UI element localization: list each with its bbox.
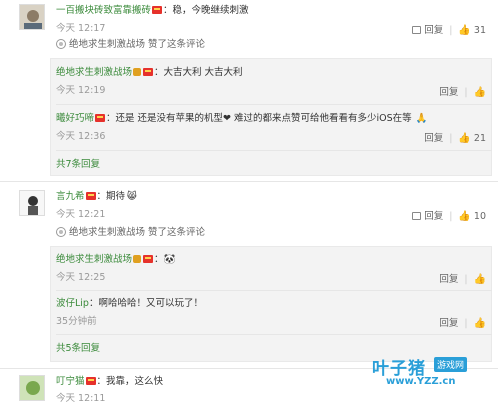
liked-by-icon — [56, 227, 66, 237]
reply-body: 曦好巧啼 ：还是 还是没有苹果的机型❤ 难过的都来点赞可给他看看有多少iOS在等 🙏 — [56, 112, 428, 126]
more-replies-link[interactable]: 共5条回复 — [56, 343, 100, 354]
reply-username[interactable]: 绝地求生刺激战场 — [56, 254, 132, 265]
vip-badge-icon — [152, 6, 163, 14]
more-replies-line: 共7条回复 — [56, 158, 100, 172]
like-icon[interactable]: 👍 — [458, 25, 470, 36]
liked-by-line: 绝地求生刺激战场 赞了这条评论 — [56, 226, 205, 240]
like-count: 31 — [473, 25, 486, 36]
comment-divider — [0, 181, 498, 182]
more-replies-link[interactable]: 共7条回复 — [56, 159, 100, 170]
reply-time: 今天 12:36 — [56, 131, 106, 142]
reply-button[interactable]: 回复 — [439, 318, 458, 329]
avatar[interactable] — [19, 190, 45, 216]
reply-text: ：还是 还是没有苹果的机型❤ 难过的都来点赞可给他看看有多少iOS在等 — [106, 113, 412, 124]
comment-meta: 今天 12:11 — [56, 392, 105, 406]
reply-username[interactable]: 波仔Lip — [56, 298, 89, 309]
reply-actions: 回复 | 👍 — [439, 87, 486, 98]
emoji-icon: 🐼 — [163, 254, 176, 265]
reply-button[interactable]: 回复 — [439, 274, 458, 285]
more-replies-line: 共5条回复 — [56, 342, 100, 356]
vip-badge-icon — [95, 114, 106, 122]
liked-by-suffix: 赞了这条评论 — [148, 227, 206, 238]
reply-button[interactable]: 回复 — [424, 133, 443, 144]
liked-by-name[interactable]: 绝地求生刺激战场 — [69, 39, 145, 50]
avatar[interactable] — [19, 4, 45, 30]
emoji-icon: 😸 — [127, 191, 137, 202]
like-count: 10 — [473, 211, 486, 222]
divider — [56, 334, 492, 335]
liked-by-name[interactable]: 绝地求生刺激战场 — [69, 227, 145, 238]
reply-time: 今天 12:19 — [56, 85, 106, 96]
reply-meta: 今天 12:36 — [56, 130, 105, 144]
like-icon[interactable]: 👍 — [458, 133, 470, 144]
like-icon[interactable]: 👍 — [458, 211, 470, 222]
verified-icon — [133, 68, 142, 76]
liked-by-line: 绝地求生刺激战场 赞了这条评论 — [56, 38, 205, 52]
reply-text: ：啊哈哈哈！又可以玩了！ — [88, 298, 203, 309]
avatar-image — [20, 191, 44, 215]
reply-body: 波仔Lip：啊哈哈哈！又可以玩了！ — [56, 297, 203, 311]
comment-actions: 回复 | 👍 10 — [412, 208, 486, 222]
watermark-tag: 游戏网 — [434, 357, 468, 372]
comment-time: 今天 12:11 — [56, 393, 106, 404]
divider — [56, 290, 492, 291]
comment-actions: 回复 | 👍 31 — [412, 22, 486, 36]
avatar-image — [20, 376, 44, 400]
divider — [56, 104, 492, 105]
reply-time: 35分钟前 — [56, 316, 97, 327]
reply-text: ：大吉大利 大吉大利 — [154, 67, 243, 78]
reply-actions: 回复 | 👍 — [439, 318, 486, 329]
vip-badge-icon — [143, 68, 154, 76]
watermark-url: www.YZZ.cn — [386, 376, 456, 387]
forward-icon[interactable] — [412, 212, 422, 220]
vip-badge-icon — [143, 255, 154, 263]
liked-by-suffix: 赞了这条评论 — [148, 39, 206, 50]
comment-time: 今天 12:17 — [56, 23, 106, 34]
comment-body: 一百搬块砖致富靠搬砖 ：稳，今晚继续刺激 — [56, 4, 249, 18]
comment-body: 叮宁猫 ：我靠，这么快 — [56, 375, 163, 389]
avatar[interactable] — [19, 375, 45, 401]
reply-meta: 35分钟前 — [56, 315, 97, 329]
reply-body: 绝地求生刺激战场 ：大吉大利 大吉大利 — [56, 66, 243, 80]
like-count: 21 — [473, 133, 486, 144]
comment-time: 今天 12:21 — [56, 209, 106, 220]
comment-text: ：我靠，这么快 — [96, 376, 164, 387]
reply-button[interactable]: 回复 — [424, 211, 443, 222]
emoji-icon: 🙏 — [415, 113, 428, 124]
like-icon[interactable]: 👍 — [474, 87, 486, 98]
reply-body: 绝地求生刺激战场 ：🐼 — [56, 253, 175, 267]
reply-text: ： — [154, 254, 164, 265]
forward-icon[interactable] — [412, 26, 422, 34]
reply-button[interactable]: 回复 — [424, 25, 443, 36]
reply-username[interactable]: 绝地求生刺激战场 — [56, 67, 132, 78]
comment-meta: 今天 12:21 — [56, 208, 105, 222]
reply-time: 今天 12:25 — [56, 272, 106, 283]
watermark-logo: 叶子猪 游戏网 www.YZZ.cn — [372, 354, 490, 390]
like-icon[interactable]: 👍 — [474, 318, 486, 329]
comment-username[interactable]: 言九希 — [56, 191, 85, 202]
verified-icon — [133, 255, 142, 263]
comment-text: ：稳，今晚继续刺激 — [163, 5, 249, 16]
vip-badge-icon — [85, 377, 96, 385]
reply-meta: 今天 12:19 — [56, 84, 105, 98]
comment-username[interactable]: 叮宁猫 — [56, 376, 85, 387]
like-icon[interactable]: 👍 — [474, 274, 486, 285]
vip-badge-icon — [85, 192, 96, 200]
comment-username[interactable]: 一百搬块砖致富靠搬砖 — [56, 5, 151, 16]
reply-username[interactable]: 曦好巧啼 — [56, 113, 94, 124]
liked-by-icon — [56, 39, 66, 49]
divider — [56, 150, 492, 151]
reply-actions: 回复 | 👍 — [439, 274, 486, 285]
avatar-image — [20, 5, 44, 29]
reply-button[interactable]: 回复 — [439, 87, 458, 98]
reply-actions: 回复 | 👍 21 — [424, 133, 486, 144]
comment-body: 言九希 ：期待 😸 — [56, 190, 137, 204]
comment-text: ：期待 — [96, 191, 126, 202]
comment-meta: 今天 12:17 — [56, 22, 105, 36]
reply-meta: 今天 12:25 — [56, 271, 105, 285]
